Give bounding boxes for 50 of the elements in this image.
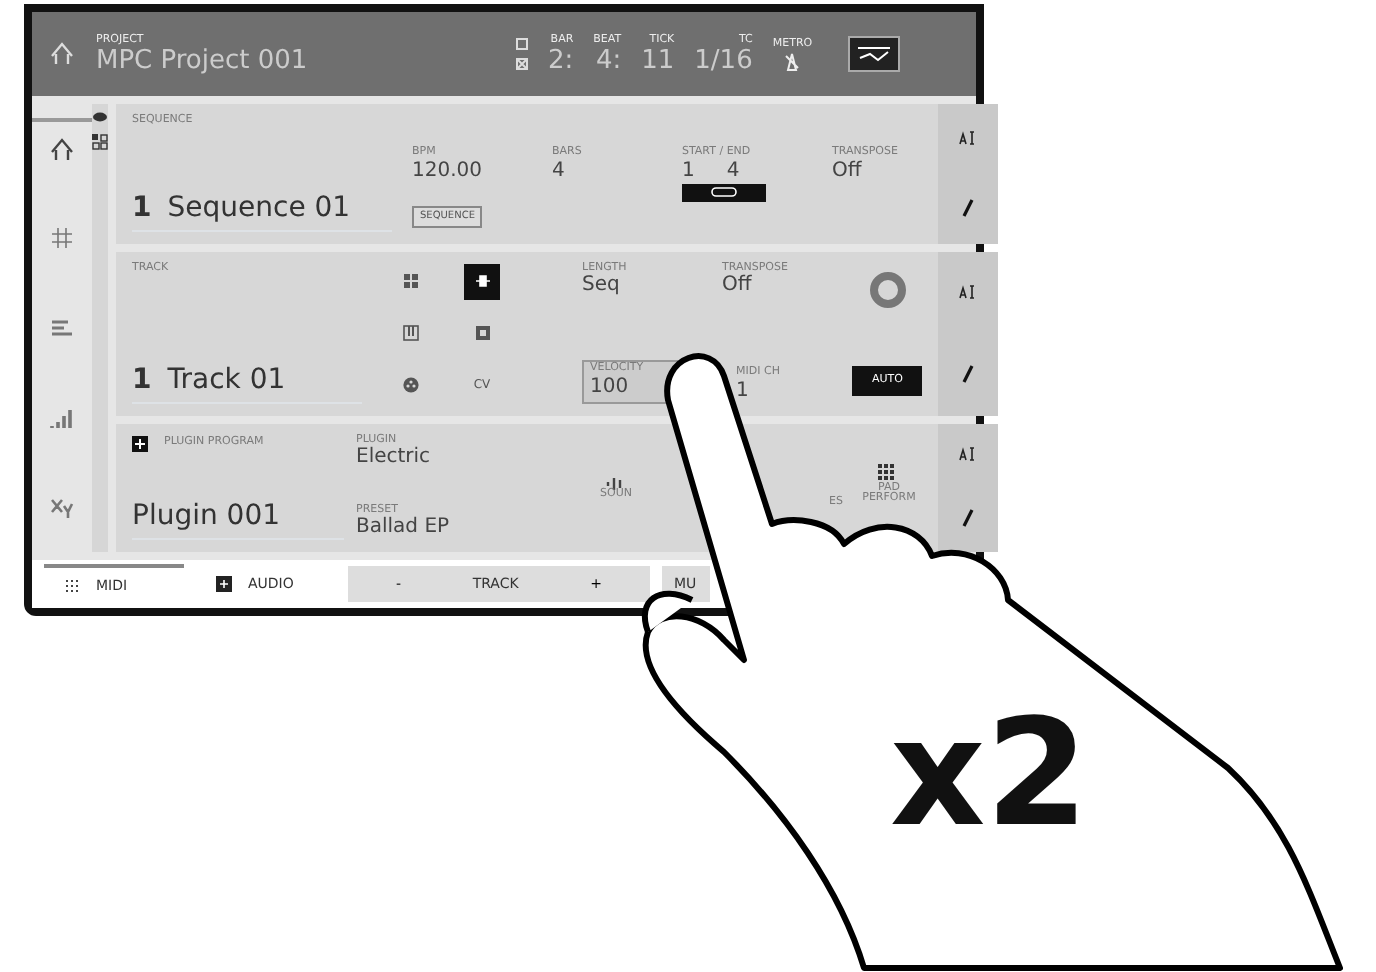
loop-icon [710,186,738,198]
plus-square-icon[interactable] [132,435,148,451]
crossed-square-icon [516,58,528,70]
eye-icon [92,112,108,122]
preset-value: Ballad EP [356,516,452,540]
square-icon [473,324,491,342]
dot-grid-icon [64,578,80,594]
counter-value: 1/16 [694,47,753,77]
pencil-icon[interactable] [962,363,975,383]
transpose-value: Off [722,274,754,298]
track-name[interactable]: Track 01 [167,359,286,401]
end-value: 4 [726,159,740,183]
gesture-label: x2 [890,700,1089,848]
counter-value: 11 [641,47,675,77]
sequence-name[interactable]: Sequence 01 [167,187,351,229]
midi-port-icon [401,376,419,394]
counter-value: 4: [593,47,622,77]
square-icon [516,38,528,50]
plugin-value: Electric [356,446,433,470]
loop-button[interactable] [682,183,766,201]
length-value: Seq [582,274,622,298]
midi-ch-value: 1 [736,379,751,403]
grid-view-icon [92,134,108,150]
bpm-value: 120.00 [412,159,484,183]
text-cursor-icon[interactable] [958,283,979,299]
project-name: MPC Project 001 [96,47,310,77]
keyboard-icon [401,324,419,342]
pencil-icon[interactable] [962,197,975,218]
drum-grid-icon [401,272,419,290]
pad-grid-icon [878,463,899,483]
bars-value: 4 [552,159,567,183]
sequence-number: 1 [132,189,152,227]
graph-button[interactable] [848,36,901,72]
text-cursor-icon[interactable] [958,129,979,146]
home-icon[interactable] [48,40,76,68]
pencil-icon[interactable] [962,508,975,529]
record-dial-icon[interactable] [869,271,906,307]
grid-icon [48,224,76,253]
text-cursor-icon[interactable] [958,446,979,463]
counter-value: 2: [548,47,574,77]
track-type-button[interactable] [464,263,500,299]
track-number: 1 [132,361,152,399]
start-value: 1 [682,159,695,183]
home-icon [48,136,76,165]
program-name[interactable]: Plugin 001 [132,496,344,540]
transpose-value: Off [832,159,864,183]
metronome-icon [782,52,803,73]
sound-icon [606,474,626,490]
plug-icon [473,272,491,290]
graph-icon [856,44,893,64]
